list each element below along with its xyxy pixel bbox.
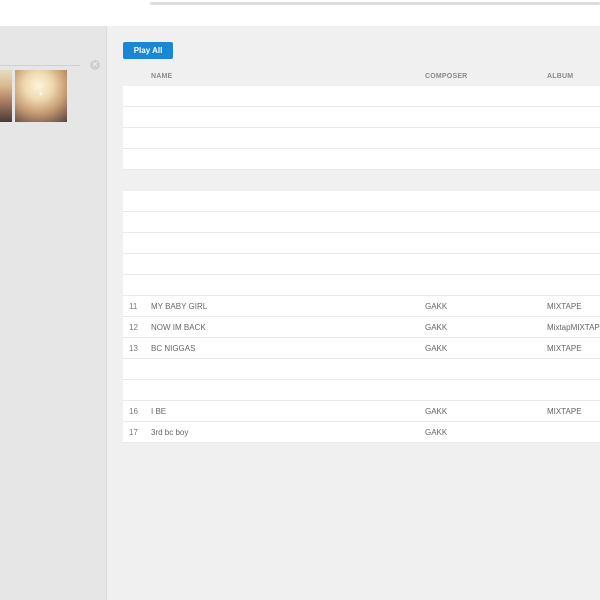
album-art-thumbnail[interactable]: ● [15, 70, 67, 122]
track-album: MIXTAPE [547, 302, 582, 311]
track-composer: GAKK [425, 407, 448, 416]
table-row[interactable] [123, 275, 600, 296]
address-bar[interactable] [150, 2, 600, 5]
table-row[interactable] [123, 233, 600, 254]
track-composer: GAKK [425, 323, 448, 332]
column-header-album[interactable]: ALBUM [547, 73, 573, 80]
column-header-composer[interactable]: COMPOSER [425, 73, 467, 80]
track-name: 3rd bc boy [151, 428, 189, 437]
track-table-header: NAME COMPOSER ALBUM [123, 70, 600, 86]
track-album: MIXTAPE [547, 407, 582, 416]
track-name: BC NIGGAS [151, 344, 196, 353]
track-number: 12 [129, 323, 138, 332]
track-number: 17 [129, 428, 138, 437]
table-row[interactable] [123, 254, 600, 275]
table-row[interactable] [123, 359, 600, 380]
track-album: MixtapMIXTAPE [547, 323, 600, 332]
album-art-thumbnail[interactable] [0, 70, 12, 122]
table-row[interactable] [123, 107, 600, 128]
table-gap [123, 170, 600, 191]
play-all-button[interactable]: Play All [123, 42, 173, 59]
track-number: 11 [129, 302, 138, 311]
table-row[interactable]: 13 BC NIGGAS GAKK MIXTAPE [123, 338, 600, 359]
table-row[interactable] [123, 212, 600, 233]
column-header-name[interactable]: NAME [151, 73, 172, 80]
table-row[interactable] [123, 380, 600, 401]
table-row[interactable]: 11 MY BABY GIRL GAKK MIXTAPE [123, 296, 600, 317]
sidebar-divider [0, 65, 80, 66]
table-row[interactable]: 16 I BE GAKK MIXTAPE [123, 401, 600, 422]
track-name: NOW IM BACK [151, 323, 206, 332]
table-row[interactable] [123, 86, 600, 107]
table-row[interactable] [123, 128, 600, 149]
close-icon[interactable]: ✕ [90, 60, 100, 70]
track-composer: GAKK [425, 428, 448, 437]
table-row[interactable]: 12 NOW IM BACK GAKK MixtapMIXTAPE [123, 317, 600, 338]
top-bar [0, 0, 600, 26]
track-composer: GAKK [425, 344, 448, 353]
track-name: I BE [151, 407, 167, 416]
track-number: 16 [129, 407, 138, 416]
track-name: MY BABY GIRL [151, 302, 208, 311]
track-table: 11 MY BABY GIRL GAKK MIXTAPE 12 NOW IM BACK GA… [123, 86, 600, 443]
table-row[interactable]: 17 3rd bc boy GAKK [123, 422, 600, 443]
track-album: MIXTAPE [547, 344, 582, 353]
track-composer: GAKK [425, 302, 448, 311]
table-row[interactable] [123, 191, 600, 212]
person-icon: ● [38, 89, 44, 98]
table-row[interactable] [123, 149, 600, 170]
track-number: 13 [129, 344, 138, 353]
